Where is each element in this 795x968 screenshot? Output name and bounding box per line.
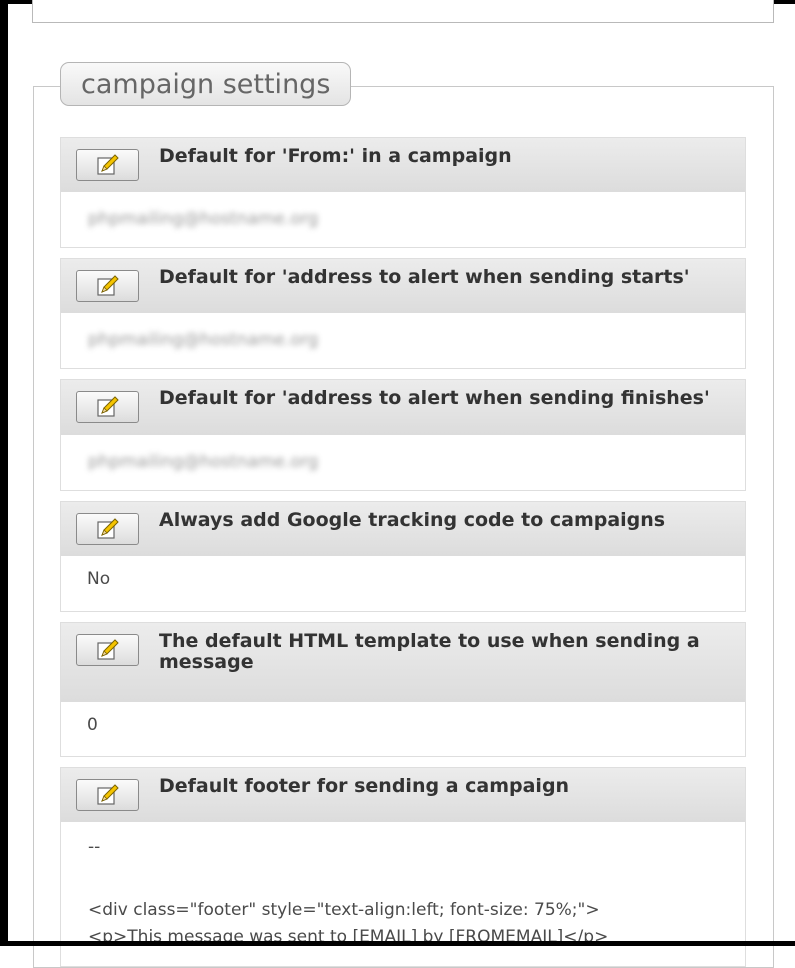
setting-from-address: Default for 'From:' in a campaign phpmai… [60,137,746,248]
setting-title: The default HTML template to use when se… [159,630,700,673]
setting-alert-start: Default for 'address to alert when sendi… [60,258,746,369]
setting-title: Default for 'address to alert when sendi… [159,387,710,409]
setting-value: -- <div class="footer" style="text-align:… [61,822,745,948]
pencil-note-icon [97,154,119,175]
setting-title: Default for 'address to alert when sendi… [159,266,690,288]
pencil-note-icon [97,639,119,660]
section-legend: campaign settings [60,62,352,106]
window-frame-bottom [0,941,795,946]
edit-button[interactable] [76,513,139,545]
setting-alert-finish: Default for 'address to alert when sendi… [60,379,746,491]
setting-title: Default for 'From:' in a campaign [159,145,512,167]
redacted-email: phpmailing@hostname.org [88,209,319,229]
setting-header: Default footer for sending a campaign [61,768,745,822]
setting-value: No [87,569,111,589]
edit-button[interactable] [76,634,139,666]
redacted-email: phpmailing@hostname.org [88,330,319,350]
footer-line: -- [88,837,101,857]
setting-value: phpmailing@hostname.org [61,435,745,472]
footer-line: <div class="footer" style="text-align:le… [88,900,600,920]
window-frame-left [0,0,8,946]
setting-value: phpmailing@hostname.org [61,313,745,350]
setting-header: Default for 'From:' in a campaign [61,138,745,192]
setting-value: phpmailing@hostname.org [61,192,745,229]
pencil-note-icon [97,518,119,539]
pencil-note-icon [97,396,119,417]
pencil-note-icon [97,275,119,296]
setting-html-template: The default HTML template to use when se… [60,622,746,757]
pencil-note-icon [97,784,119,805]
setting-header: Always add Google tracking code to campa… [61,502,745,556]
edit-button[interactable] [76,779,139,811]
setting-header: Default for 'address to alert when sendi… [61,380,745,435]
edit-button[interactable] [76,149,139,181]
footer-line-blank [88,858,745,879]
setting-header: The default HTML template to use when se… [61,623,745,702]
footer-line-spacer [88,879,745,900]
setting-title: Default footer for sending a campaign [159,775,570,797]
setting-header: Default for 'address to alert when sendi… [61,259,745,313]
setting-google-tracking: Always add Google tracking code to campa… [60,501,746,612]
redacted-email: phpmailing@hostname.org [88,452,319,472]
setting-title: Always add Google tracking code to campa… [159,509,666,531]
previous-section-box [32,0,774,23]
setting-value: 0 [87,715,98,735]
setting-default-footer: Default footer for sending a campaign --… [60,767,746,967]
edit-button[interactable] [76,270,139,302]
edit-button[interactable] [76,391,139,423]
